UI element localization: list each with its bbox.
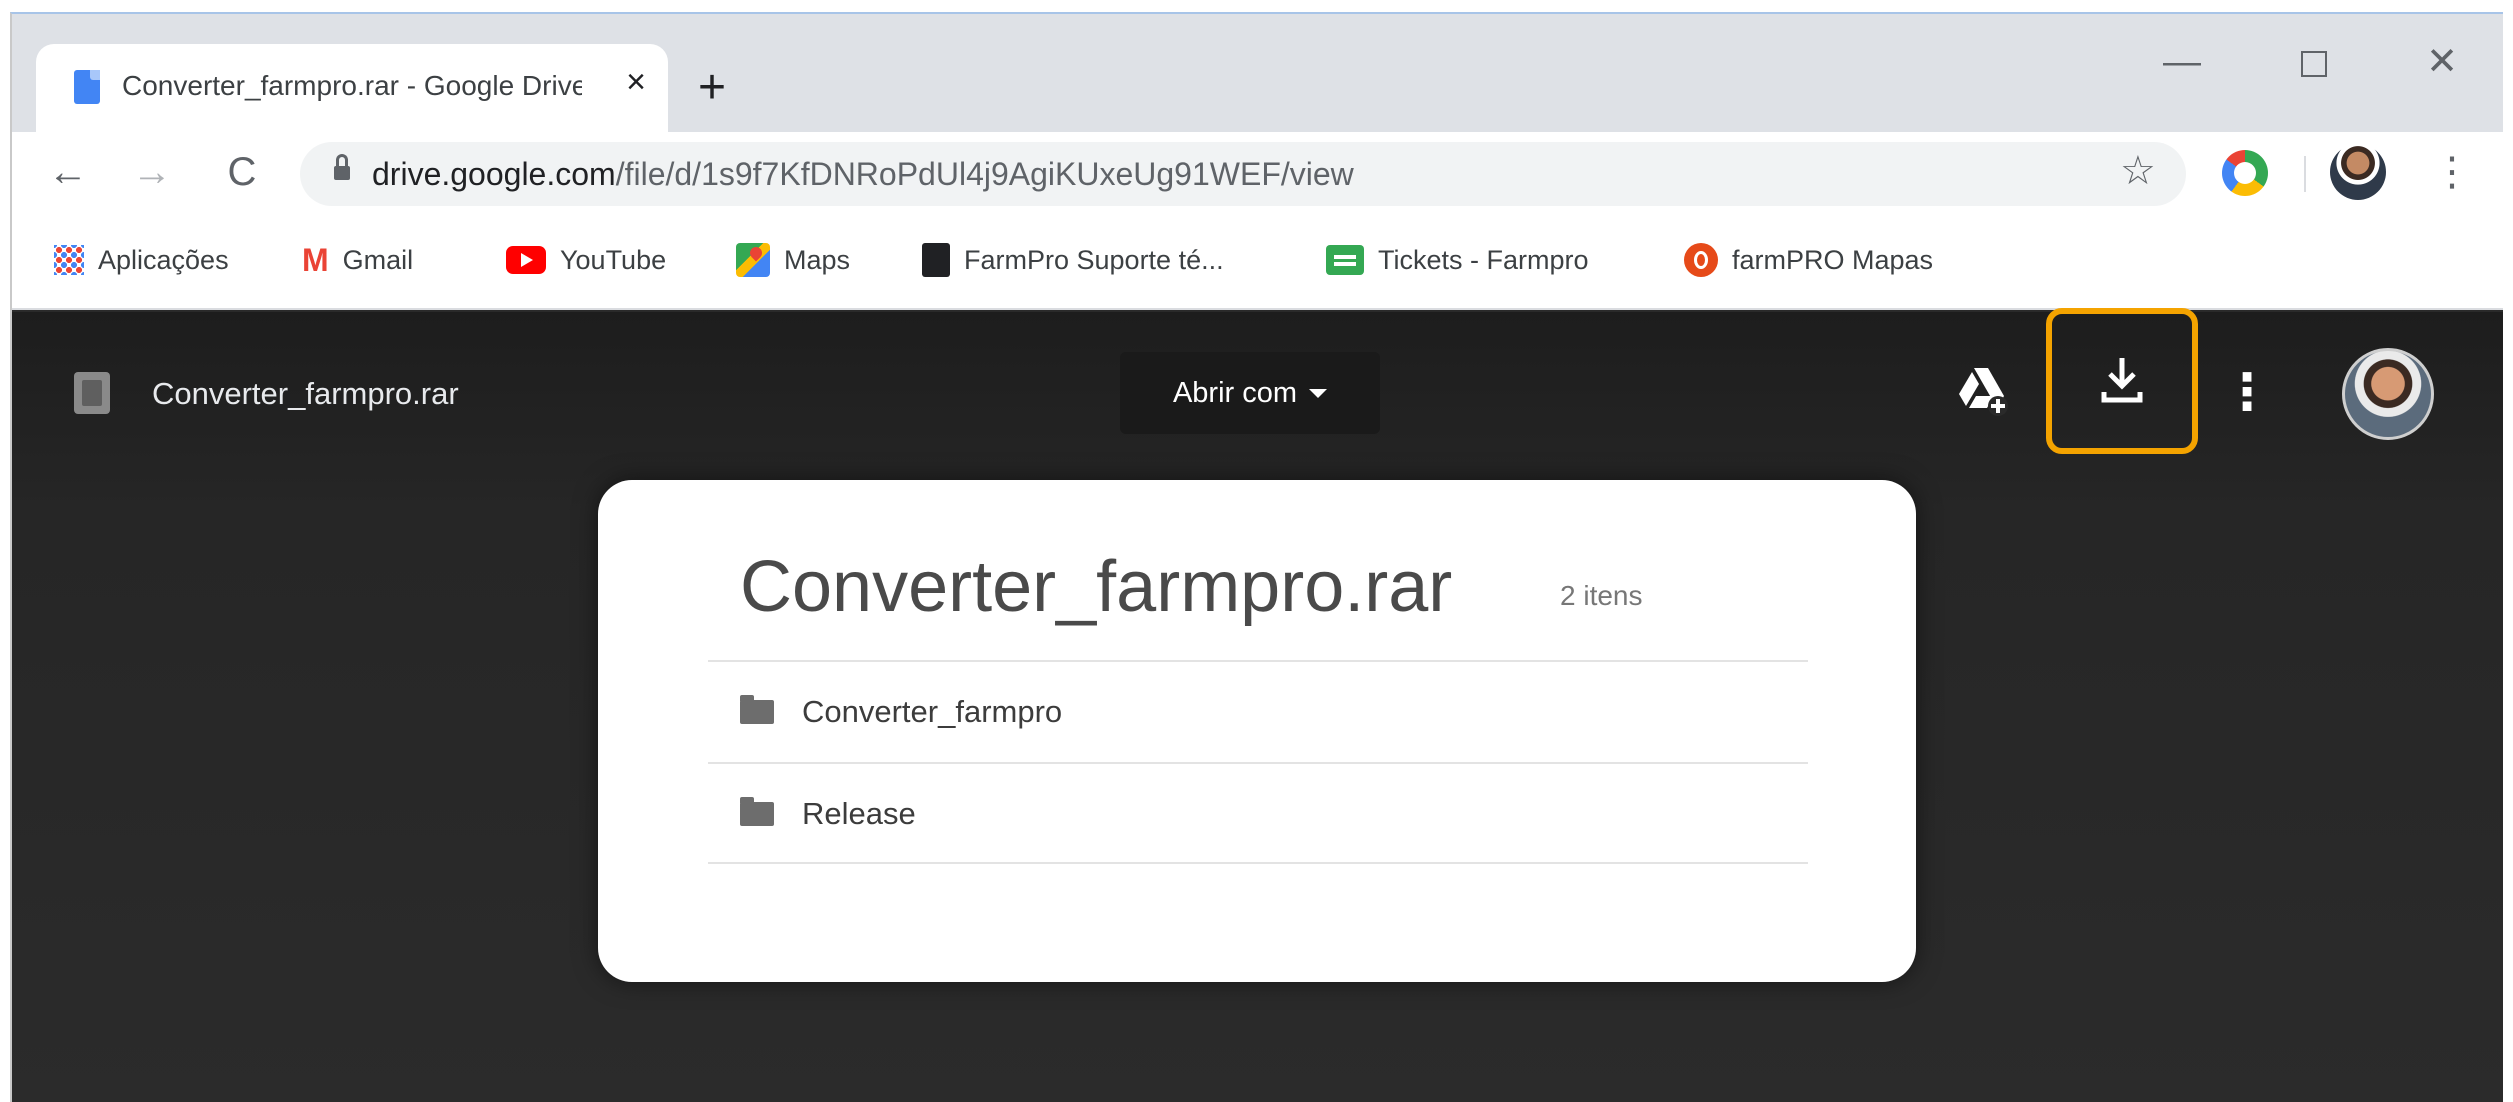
chevron-down-icon	[1309, 388, 1328, 398]
browser-tab[interactable]: Converter_farmpro.rar - Google Drive ×	[36, 44, 668, 132]
lock-icon[interactable]	[334, 154, 350, 182]
bookmark-tickets[interactable]: Tickets - Farmpro	[1326, 240, 1589, 280]
bookmark-label: Gmail	[342, 244, 414, 275]
list-item[interactable]: Release	[708, 764, 1808, 864]
maximize-button[interactable]	[2282, 32, 2342, 92]
profile-avatar[interactable]	[2330, 144, 2386, 200]
google-docs-file-icon	[74, 70, 100, 104]
bookmarks-bar: Aplicações M Gmail YouTube Maps FarmPro …	[12, 216, 2503, 310]
url-path: /file/d/1s9f7KfDNRoPdUl4j9AgiKUxeUg91WEF…	[615, 156, 1354, 192]
back-button[interactable]: ←	[38, 142, 98, 202]
viewer-file-name: Converter_farmpro.rar	[152, 376, 459, 411]
bookmark-farmpro-mapas[interactable]: farmPRO Mapas	[1684, 240, 1933, 280]
close-window-button[interactable]: ✕	[2412, 32, 2472, 92]
browser-window: Converter_farmpro.rar - Google Drive × +…	[10, 12, 2503, 1102]
forward-button[interactable]: →	[122, 142, 182, 202]
bookmark-farmpro-suporte[interactable]: FarmPro Suporte té...	[922, 240, 1224, 280]
archive-title: Converter_farmpro.rar	[740, 547, 1453, 627]
tab-strip: Converter_farmpro.rar - Google Drive × +…	[12, 14, 2503, 132]
list-item-label: Converter_farmpro	[802, 694, 1063, 729]
add-to-drive-icon[interactable]	[1954, 362, 2010, 418]
bookmark-star-icon[interactable]: ☆	[2120, 148, 2156, 194]
gmail-icon: M	[302, 242, 329, 278]
bookmark-maps[interactable]: Maps	[736, 240, 850, 280]
browser-menu-icon[interactable]: ⋮	[2432, 142, 2472, 202]
download-icon	[2101, 358, 2143, 403]
extension-icon[interactable]	[2222, 150, 2268, 196]
bookmark-youtube[interactable]: YouTube	[506, 240, 666, 280]
drive-file-viewer: Converter_farmpro.rar Abrir com ⋮ Conver…	[12, 308, 2503, 1102]
open-with-button[interactable]: Abrir com	[1120, 352, 1380, 434]
bookmark-gmail[interactable]: M Gmail	[302, 240, 413, 280]
bookmark-apps[interactable]: Aplicações	[54, 240, 229, 280]
reload-button[interactable]: C	[212, 142, 272, 202]
account-avatar[interactable]	[2342, 348, 2434, 440]
toolbar-divider	[2304, 156, 2306, 192]
youtube-icon	[506, 246, 546, 274]
map-pin-icon	[1684, 243, 1718, 277]
address-bar[interactable]: drive.google.com/file/d/1s9f7KfDNRoPdUl4…	[300, 142, 2186, 206]
url-host: drive.google.com	[372, 156, 616, 192]
more-options-icon[interactable]: ⋮	[2222, 352, 2272, 432]
bookmark-label: Tickets - Farmpro	[1378, 244, 1589, 275]
bookmark-label: farmPRO Mapas	[1732, 244, 1934, 275]
url-text[interactable]: drive.google.com/file/d/1s9f7KfDNRoPdUl4…	[372, 156, 1354, 193]
tab-title: Converter_farmpro.rar - Google Drive	[122, 70, 582, 101]
open-with-label: Abrir com	[1172, 376, 1298, 409]
minimize-button[interactable]: —	[2152, 32, 2212, 92]
folder-icon	[740, 797, 774, 826]
list-item[interactable]: Converter_farmpro	[708, 662, 1808, 762]
folder-icon	[740, 695, 774, 724]
archive-item-count: 2 itens	[1560, 580, 1643, 611]
new-tab-button[interactable]: +	[698, 64, 726, 112]
bookmark-label: Aplicações	[98, 244, 229, 275]
apps-grid-icon	[54, 245, 84, 275]
download-button[interactable]	[2046, 308, 2198, 454]
bookmark-label: FarmPro Suporte té...	[964, 244, 1224, 275]
archive-contents-card: Converter_farmpro.rar 2 itens Converter_…	[598, 480, 1916, 982]
archive-file-icon	[74, 372, 110, 414]
tab-close-icon[interactable]: ×	[616, 62, 656, 102]
bookmark-label: YouTube	[560, 244, 667, 275]
maps-icon	[736, 243, 770, 277]
bookmark-label: Maps	[784, 244, 851, 275]
divider	[708, 862, 1808, 864]
list-item-label: Release	[802, 796, 916, 831]
book-icon	[922, 243, 950, 277]
chat-icon	[1326, 245, 1364, 275]
browser-toolbar: ← → C drive.google.com/file/d/1s9f7KfDNR…	[12, 132, 2503, 216]
